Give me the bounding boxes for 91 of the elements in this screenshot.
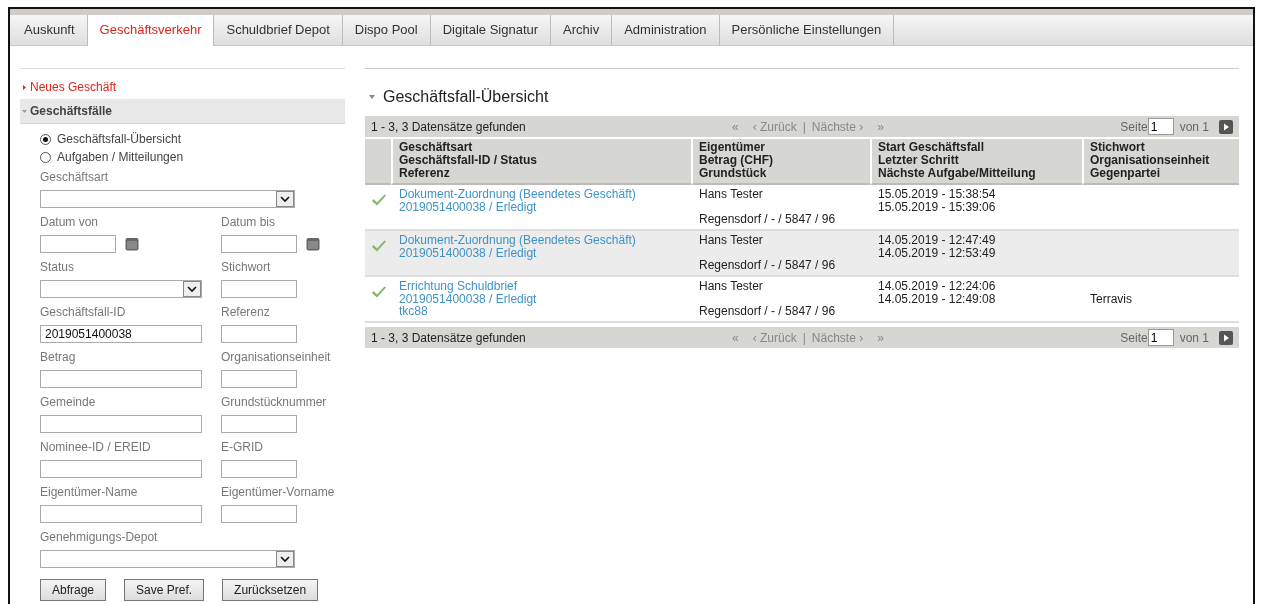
input-field[interactable]: 2019051400038 <box>40 325 202 343</box>
nav-tab[interactable]: Schuldbrief Depot <box>214 15 343 45</box>
field-label: Grundstücknummer <box>221 395 328 409</box>
owner-name: Hans Tester <box>699 280 764 293</box>
field-label: Datum bis <box>221 215 277 229</box>
page-total: von 1 <box>1179 119 1209 134</box>
field-label: E-GRID <box>221 440 264 454</box>
separator: | <box>802 330 806 345</box>
nav-tab[interactable]: Archiv <box>551 15 613 45</box>
go-button-icon[interactable] <box>1219 119 1233 134</box>
form-button[interactable]: Save Pref. <box>124 579 205 601</box>
column-header: Eigentümer Betrag (CHF) Grundstück <box>691 137 870 185</box>
radio-label: Geschäftsfall-Übersicht <box>57 132 182 146</box>
last-page-link[interactable]: » <box>877 119 884 134</box>
case-link[interactable]: tkc88 <box>399 305 683 318</box>
parcel-text: Regensdorf / - / 5847 / 96 <box>699 259 837 272</box>
dropdown-field[interactable] <box>40 190 295 208</box>
timestamp: 14.05.2019 - 12:47:49 <box>878 234 997 247</box>
owner-name: Hans Tester <box>699 188 764 201</box>
timestamp: 14.05.2019 - 12:49:08 <box>878 292 997 305</box>
parcel-text: Regensdorf / - / 5847 / 96 <box>699 213 837 226</box>
timestamp: 14.05.2019 - 12:24:06 <box>878 280 997 293</box>
case-link[interactable]: Dokument-Zuordnung (Beendetes Geschäft) <box>399 188 683 201</box>
case-link[interactable]: Errichtung Schuldbrief <box>399 280 683 293</box>
input-field[interactable] <box>221 415 297 433</box>
nav-tab[interactable]: Geschäftsverkehr <box>87 15 215 46</box>
input-field[interactable] <box>40 460 202 478</box>
input-field[interactable] <box>221 505 297 523</box>
column-header: Start Geschäftsfall Letzter Schritt Nächste Aufgabe/Mitteilung <box>870 137 1082 185</box>
go-button-icon[interactable] <box>1219 330 1233 345</box>
input-field[interactable] <box>221 325 297 343</box>
timestamp: 15.05.2019 - 15:39:06 <box>878 200 997 213</box>
radio-label: Aufgaben / Mitteilungen <box>57 150 184 164</box>
date-field[interactable] <box>40 235 116 253</box>
nav-tab[interactable]: Persönliche Einstellungen <box>719 15 895 45</box>
field-label: Status <box>40 260 76 274</box>
field-label: Nominee-ID / EREID <box>40 440 152 454</box>
org-unit: Terravis <box>1090 292 1133 305</box>
case-link[interactable]: Dokument-Zuordnung (Beendetes Geschäft) <box>399 234 683 247</box>
calendar-icon[interactable] <box>306 237 320 251</box>
nav-tab[interactable]: Dispo Pool <box>342 15 431 45</box>
page-total: von 1 <box>1179 330 1209 345</box>
case-link[interactable]: 2019051400038 / Erledigt <box>399 292 683 305</box>
input-field[interactable] <box>221 370 297 388</box>
page-label: Seite <box>1120 119 1148 134</box>
parcel-text: Regensdorf / - / 5847 / 96 <box>699 305 837 318</box>
separator: | <box>802 119 806 134</box>
input-field[interactable] <box>40 505 202 523</box>
record-count: 1 - 3, 3 Datensätze gefunden <box>371 330 527 345</box>
field-label: Gemeinde <box>40 395 97 409</box>
nav-tab[interactable]: Auskunft <box>12 15 88 45</box>
record-count: 1 - 3, 3 Datensätze gefunden <box>371 119 527 134</box>
form-button[interactable]: Zurücksetzen <box>222 579 319 601</box>
input-field[interactable] <box>40 370 202 388</box>
case-link[interactable]: 2019051400038 / Erledigt <box>399 246 683 259</box>
input-field[interactable] <box>40 415 202 433</box>
section-title: Geschäftsfall-Übersicht <box>383 88 549 106</box>
input-field[interactable] <box>221 280 297 298</box>
field-label: Betrag <box>40 350 77 364</box>
field-label: Organisationseinheit <box>221 350 332 364</box>
caret-down-icon <box>369 95 375 99</box>
sidebar-section[interactable]: Geschäftsfälle <box>20 99 345 124</box>
calendar-icon[interactable] <box>125 237 139 251</box>
timestamp: 14.05.2019 - 12:53:49 <box>878 246 997 259</box>
field-label: Geschäftsfall-ID <box>40 305 127 319</box>
column-header: Stichwort Organisationseinheit Gegenpartei <box>1082 137 1239 185</box>
column-header: Geschäftsart Geschäftsfall-ID / Status Referenz <box>391 137 691 185</box>
field-label: Eigentümer-Name <box>40 485 139 499</box>
field-label: Genehmigungs-Depot <box>40 530 159 544</box>
page-label: Seite <box>1120 330 1148 345</box>
caret-down-icon <box>22 108 27 114</box>
owner-name: Hans Tester <box>699 234 764 247</box>
date-field[interactable] <box>221 235 297 253</box>
input-field[interactable] <box>221 460 297 478</box>
timestamp: 15.05.2019 - 15:38:54 <box>878 188 997 201</box>
page-field[interactable]: 1 <box>1147 118 1174 135</box>
case-link[interactable]: 2019051400038 / Erledigt <box>399 200 683 213</box>
dropdown-field[interactable] <box>40 280 202 298</box>
nav-tab[interactable]: Administration <box>612 15 720 45</box>
sidebar-section[interactable]: Neues Geschäft <box>20 75 345 99</box>
form-button[interactable]: Abfrage <box>40 579 107 601</box>
field-label: Stichwort <box>221 260 272 274</box>
dropdown-field[interactable] <box>40 550 295 568</box>
field-label: Eigentümer-Vorname <box>221 485 336 499</box>
last-page-link[interactable]: » <box>877 330 884 345</box>
field-label: Geschäftsart <box>40 170 110 184</box>
field-label: Datum von <box>40 215 100 229</box>
caret-right-icon <box>22 84 27 90</box>
nav-tab[interactable]: Digitale Signatur <box>430 15 552 45</box>
field-label: Referenz <box>221 305 271 319</box>
page-field[interactable]: 1 <box>1147 329 1174 346</box>
